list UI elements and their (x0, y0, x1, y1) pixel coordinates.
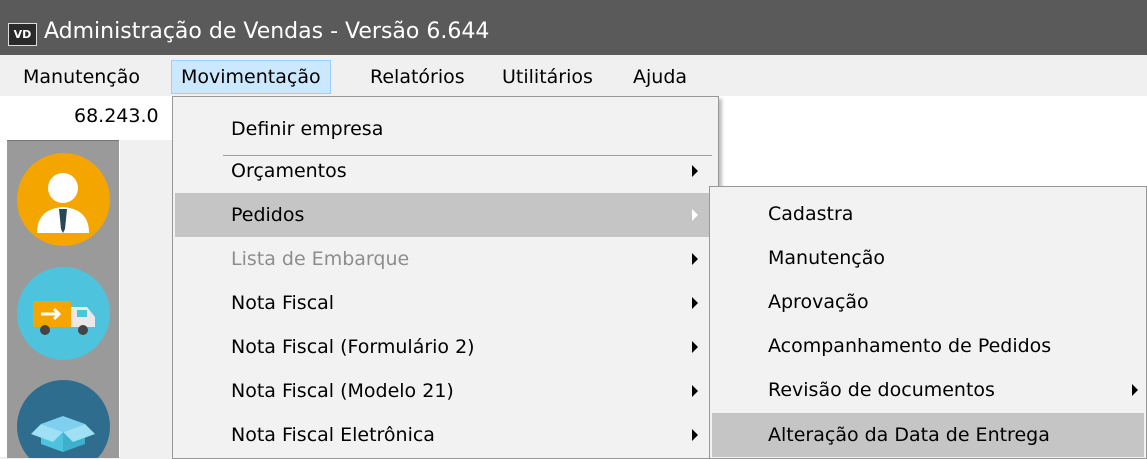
menu-movimentacao[interactable]: Movimentação (171, 60, 331, 94)
menu-relatorios[interactable]: Relatórios (361, 60, 474, 94)
menu-item-orcamentos[interactable]: Orçamentos (175, 149, 716, 193)
menu-item-nota-fiscal-eletronica[interactable]: Nota Fiscal Eletrônica (175, 413, 716, 457)
submenu-arrow-icon (692, 297, 698, 309)
panel-gap (120, 140, 175, 457)
submenu-arrow-icon (692, 165, 698, 177)
delivery-truck-icon[interactable] (17, 267, 110, 360)
menu-item-nota-fiscal-formulario-2[interactable]: Nota Fiscal (Formulário 2) (175, 325, 716, 369)
submenu-item-manutencao[interactable]: Manutenção (712, 236, 1144, 280)
menu-bar: Manutenção Movimentação Relatórios Utili… (0, 60, 1147, 94)
title-bar: VD Administração de Vendas - Versão 6.64… (0, 0, 1147, 55)
submenu-arrow-icon (692, 429, 698, 441)
movimentacao-menu: Definir empresa Orçamentos Pedidos Lista… (172, 96, 719, 459)
submenu-arrow-icon (692, 385, 698, 397)
menu-item-pedidos[interactable]: Pedidos (175, 193, 716, 237)
submenu-arrow-icon (692, 253, 698, 265)
pedidos-submenu: Cadastra Manutenção Aprovação Acompanham… (709, 186, 1147, 459)
submenu-arrow-icon (692, 341, 698, 353)
app-icon: VD (8, 23, 37, 46)
submenu-item-alteracao-data-entrega[interactable]: Alteração da Data de Entrega (712, 413, 1144, 457)
submenu-item-aprovacao[interactable]: Aprovação (712, 280, 1144, 324)
menu-item-nota-fiscal-modelo-21[interactable]: Nota Fiscal (Modelo 21) (175, 369, 716, 413)
submenu-item-acompanhamento-de-pedidos[interactable]: Acompanhamento de Pedidos (712, 324, 1144, 368)
menu-manutencao[interactable]: Manutenção (14, 60, 149, 94)
menu-item-lista-de-embarque: Lista de Embarque (175, 237, 716, 281)
box-icon[interactable] (17, 380, 110, 458)
side-panel (7, 140, 119, 458)
submenu-arrow-icon (1132, 384, 1138, 396)
menu-utilitarios[interactable]: Utilitários (493, 60, 602, 94)
window-title: Administração de Vendas - Versão 6.644 (44, 19, 490, 44)
amount-text: 68.243.0 (74, 105, 159, 127)
user-icon[interactable] (17, 153, 110, 246)
menu-ajuda[interactable]: Ajuda (624, 60, 696, 94)
submenu-arrow-icon (692, 209, 698, 221)
submenu-item-revisao-de-documentos[interactable]: Revisão de documentos (712, 368, 1144, 412)
menu-item-nota-fiscal[interactable]: Nota Fiscal (175, 281, 716, 325)
menu-item-definir-empresa[interactable]: Definir empresa (175, 107, 716, 151)
submenu-item-cadastra[interactable]: Cadastra (712, 192, 1144, 236)
